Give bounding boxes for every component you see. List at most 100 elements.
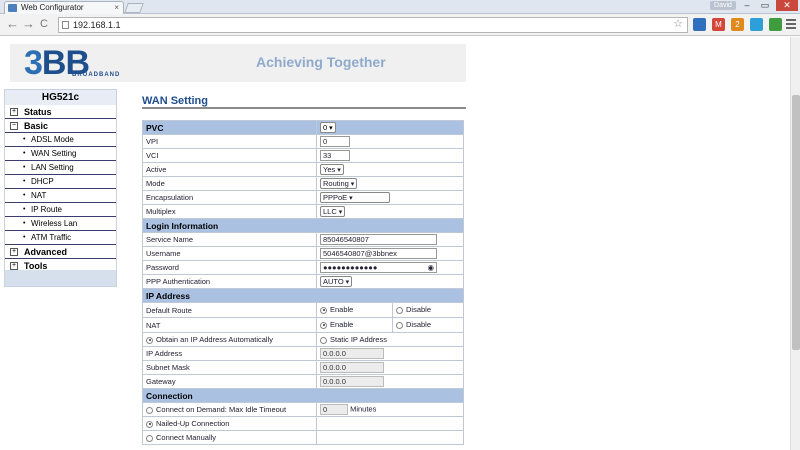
sidebar-item-label: Basic [24, 121, 49, 131]
on-demand-label: Connect on Demand: Max Idle Timeout [156, 405, 287, 414]
vpi-label: VPI [142, 134, 317, 149]
close-window-button[interactable]: ✕ [776, 0, 798, 11]
username-input[interactable]: 5046540807@3bbnex [320, 248, 437, 259]
sidebar-subitem-wan-setting[interactable]: WAN Setting [5, 147, 116, 161]
username-label: Username [142, 246, 317, 261]
multiplex-row: Multiplex LLC [142, 204, 464, 219]
pvc-select[interactable]: 0 [320, 122, 336, 133]
service-name-input[interactable]: 85046540807 [320, 234, 437, 245]
connection-section: Connection [142, 388, 464, 403]
mode-label: Mode [142, 176, 317, 191]
page-scrollbar[interactable] [790, 37, 800, 450]
sidebar-subitem-dhcp[interactable]: DHCP [5, 175, 116, 189]
reload-icon[interactable]: C [40, 17, 48, 31]
vpi-row: VPI 0 [142, 134, 464, 149]
manual-radio[interactable] [146, 434, 153, 442]
gateway-label: Gateway [142, 374, 317, 389]
ip-section: IP Address [142, 288, 464, 303]
model-name: HG521c [5, 90, 116, 105]
back-arrow-icon[interactable]: ← [6, 17, 19, 31]
manual-label: Connect Manually [156, 433, 217, 442]
sidebar-item-advanced[interactable]: + Advanced [5, 245, 116, 259]
sidebar-menu: HG521c +Status−BasicADSL ModeWAN Setting… [4, 89, 117, 287]
sidebar-subitem-atm-traffic[interactable]: ATM Traffic [5, 231, 116, 245]
slogan: Achieving Together [256, 54, 386, 70]
address-bar[interactable]: 192.168.1.1 ☆ [58, 17, 688, 33]
nailed-up-radio[interactable] [146, 420, 153, 428]
active-select[interactable]: Yes [320, 164, 344, 175]
vci-input[interactable]: 33 [320, 150, 350, 161]
profile-badge[interactable]: David [710, 1, 736, 10]
sidebar-subitem-adsl-mode[interactable]: ADSL Mode [5, 133, 116, 147]
nat-label: NAT [142, 317, 317, 333]
maximize-button[interactable]: ▭ [756, 0, 774, 11]
service-name-label: Service Name [142, 232, 317, 247]
browser-tab[interactable]: Web Configurator × [4, 1, 124, 14]
static-ip-radio[interactable] [320, 336, 327, 344]
ip-address-label: IP Address [142, 346, 317, 361]
collapse-icon[interactable]: − [10, 122, 18, 130]
sidebar-item-label: NAT [31, 191, 47, 200]
ext-4-icon[interactable] [750, 18, 763, 31]
expand-icon[interactable]: + [10, 248, 18, 256]
minimize-button[interactable]: – [738, 0, 756, 11]
nat-enable-radio[interactable] [320, 321, 327, 329]
sidebar-subitem-ip-route[interactable]: IP Route [5, 203, 116, 217]
expand-icon[interactable]: + [10, 108, 18, 116]
ext-3-icon[interactable]: 2 [731, 18, 744, 31]
default-route-row: Default Route Enable Disable [142, 302, 464, 318]
browser-menu-icon[interactable] [786, 19, 796, 31]
sidebar-subitem-lan-setting[interactable]: LAN Setting [5, 161, 116, 175]
ppp-auth-label: PPP Authentication [142, 274, 317, 289]
tab-close-icon[interactable]: × [114, 2, 119, 14]
vpi-input[interactable]: 0 [320, 136, 350, 147]
subnet-mask-input[interactable]: 0.0.0.0 [320, 362, 384, 373]
sidebar-item-basic[interactable]: − Basic [5, 119, 116, 133]
sidebar-item-label: Advanced [24, 247, 68, 257]
sidebar-item-status[interactable]: + Status [5, 105, 116, 119]
bookmark-star-icon[interactable]: ☆ [673, 17, 683, 31]
default-route-disable-radio[interactable] [396, 306, 403, 314]
ext-1-icon[interactable] [693, 18, 706, 31]
page-icon [62, 21, 69, 29]
default-route-enable-radio[interactable] [320, 306, 327, 314]
gmail-icon[interactable]: M [712, 18, 725, 31]
obtain-auto-radio[interactable] [146, 336, 153, 344]
on-demand-radio[interactable] [146, 406, 153, 414]
forward-arrow-icon[interactable]: → [22, 17, 35, 31]
sidebar-footer [5, 270, 116, 286]
obtain-auto-label: Obtain an IP Address Automatically [156, 335, 274, 344]
sidebar-item-label: DHCP [31, 177, 54, 186]
multiplex-select[interactable]: LLC [320, 206, 346, 217]
gateway-input[interactable]: 0.0.0.0 [320, 376, 384, 387]
mode-select[interactable]: Routing [320, 178, 358, 189]
ext-5-icon[interactable] [769, 18, 782, 31]
active-row: Active Yes [142, 162, 464, 177]
idle-timeout-input[interactable]: 0 [320, 404, 348, 415]
encapsulation-row: Encapsulation PPPoE [142, 190, 464, 205]
sidebar-subitem-wireless-lan[interactable]: Wireless Lan [5, 217, 116, 231]
ip-address-row: IP Address 0.0.0.0 [142, 346, 464, 361]
ppp-auth-select[interactable]: AUTO [320, 276, 353, 287]
vci-label: VCI [142, 148, 317, 163]
scrollbar-thumb[interactable] [792, 95, 800, 350]
new-tab-button[interactable] [124, 3, 144, 13]
expand-icon[interactable]: + [10, 262, 18, 270]
nat-disable-label: Disable [406, 320, 432, 329]
gateway-row: Gateway 0.0.0.0 [142, 374, 464, 389]
password-label: Password [142, 260, 317, 275]
sidebar-item-label: Status [24, 107, 52, 117]
default-route-label: Default Route [142, 302, 317, 318]
multiplex-label: Multiplex [142, 204, 317, 219]
username-row: Username 5046540807@3bbnex [142, 246, 464, 261]
password-reveal-icon[interactable]: ◉ [427, 263, 434, 272]
sidebar-subitem-nat[interactable]: NAT [5, 189, 116, 203]
encapsulation-select[interactable]: PPPoE [320, 192, 390, 203]
browser-toolbar: ← → C 192.168.1.1 ☆ M2 [0, 14, 800, 36]
password-input[interactable]: ●●●●●●●●●●●● ◉ [320, 262, 437, 273]
login-section: Login Information [142, 218, 464, 233]
vci-row: VCI 33 [142, 148, 464, 163]
ip-address-input[interactable]: 0.0.0.0 [320, 348, 384, 359]
nat-disable-radio[interactable] [396, 321, 403, 329]
sidebar-item-label: WAN Setting [31, 149, 77, 158]
